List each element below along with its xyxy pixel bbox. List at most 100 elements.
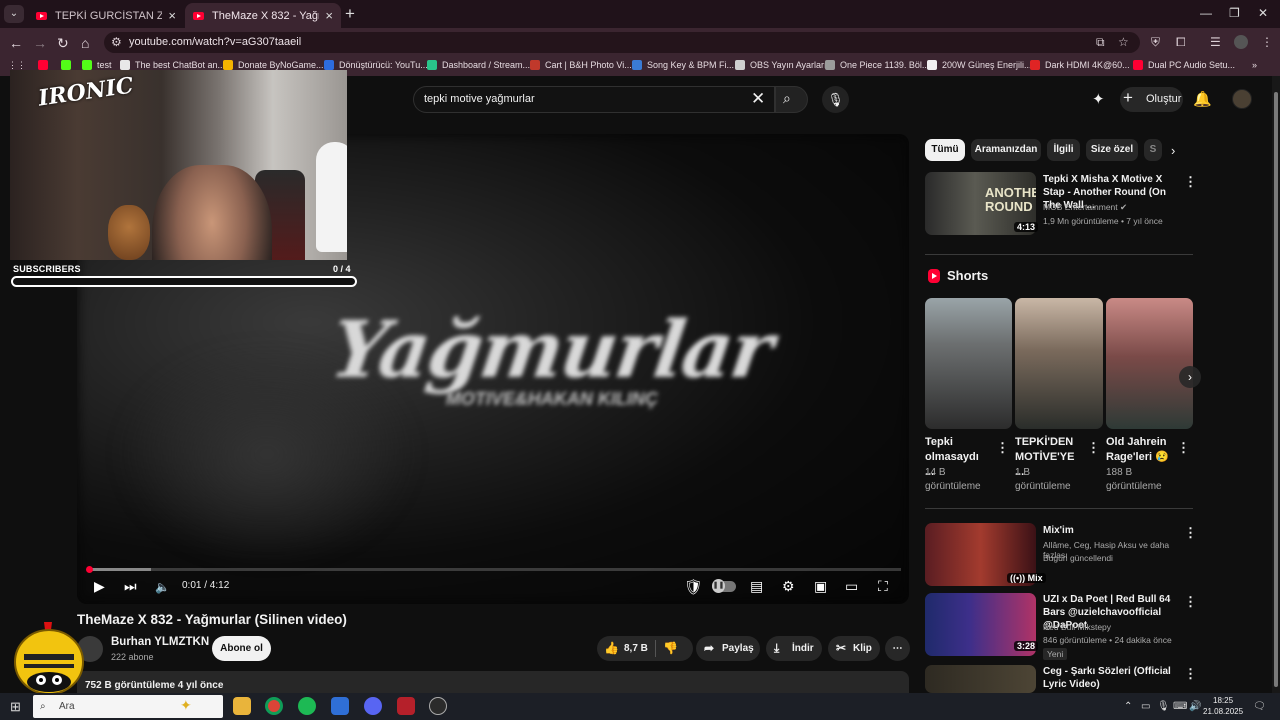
network-icon[interactable]: ⌨ — [1173, 701, 1187, 712]
bookmark-5[interactable]: Dashboard / Stream... — [427, 60, 530, 70]
bookmark-youtube-icon[interactable] — [38, 60, 53, 70]
related-thumbnail-3[interactable] — [925, 665, 1036, 693]
related-channel[interactable]: MOB Entertainment ✔ — [1043, 202, 1127, 213]
bookmark-11[interactable]: Dark HDMI 4K@60... — [1030, 60, 1130, 70]
chrome-menu-icon[interactable]: ⋮ — [1261, 35, 1273, 49]
chip-related[interactable]: İlgili — [1047, 139, 1080, 161]
account-avatar[interactable] — [1232, 89, 1252, 109]
related-title[interactable]: Mix'im — [1043, 524, 1178, 537]
install-app-icon[interactable]: ⧉ — [1096, 35, 1105, 50]
file-explorer-icon[interactable] — [233, 697, 251, 715]
miniplayer-icon[interactable]: ▣ — [814, 578, 827, 595]
share-button[interactable]: ➦ Paylaş — [696, 636, 760, 661]
more-vert-icon[interactable]: ⋮ — [1184, 594, 1197, 610]
next-video-icon[interactable]: ⏭ — [124, 578, 137, 595]
search-query[interactable]: tepki motive yağmurlar — [424, 93, 535, 105]
fullscreen-icon[interactable]: ⛶ — [878, 578, 888, 595]
progress-bar[interactable] — [89, 568, 901, 571]
tray-app-icon[interactable]: ▭ — [1141, 701, 1150, 712]
bookmark-3[interactable]: Donate ByNoGame... — [223, 60, 324, 70]
browser-tab-2[interactable]: TheMaze X 832 - Yağmurlar (Sil × — [185, 3, 341, 28]
notification-center-icon[interactable]: 🗨 — [1253, 701, 1266, 712]
volume-icon[interactable]: 🔈 — [155, 580, 170, 594]
related-channel[interactable]: Red Bull Mikstepy — [1043, 622, 1111, 632]
obs-icon[interactable] — [429, 697, 447, 715]
sponsor-shield-icon[interactable]: 🛡 — [684, 578, 703, 596]
more-vert-icon[interactable]: ⋮ — [1087, 440, 1100, 456]
more-vert-icon[interactable]: ⋮ — [996, 440, 1009, 456]
more-vert-icon[interactable]: ⋮ — [1184, 666, 1197, 682]
more-bookmarks-icon[interactable]: » — [1252, 60, 1257, 70]
back-button[interactable]: ← — [9, 35, 23, 51]
short-title[interactable]: Old Jahrein Rage'leri 😢 — [1106, 435, 1176, 465]
shorts-next-icon[interactable]: › — [1179, 366, 1201, 388]
browser-tab-1[interactable]: TEPKİ GURCİSTAN ZİYARETİ (yu × — [28, 3, 184, 28]
chip-more[interactable]: S — [1144, 139, 1162, 161]
bookmark-8[interactable]: OBS Yayın Ayarları — [735, 60, 827, 70]
bookmark-2[interactable]: The best ChatBot an... — [120, 60, 225, 70]
reload-button[interactable]: ↻ — [57, 35, 69, 52]
volume-tray-icon[interactable]: 🔊 — [1189, 701, 1201, 712]
bookmark-9[interactable]: One Piece 1139. Böl... — [825, 60, 929, 70]
home-button[interactable]: ⌂ — [81, 35, 89, 51]
shield-extension-icon[interactable]: ⛨ — [1151, 35, 1160, 50]
search-button[interactable] — [775, 86, 808, 113]
close-tab-icon[interactable]: × — [325, 8, 333, 23]
clear-search-icon[interactable]: ✕ — [751, 89, 765, 109]
short-thumbnail-2[interactable] — [1015, 298, 1103, 429]
subscribe-button[interactable]: Abone ol — [212, 636, 271, 661]
restore-button[interactable]: ❐ — [1229, 6, 1240, 20]
extensions-icon[interactable]: ⧠ — [1176, 35, 1186, 50]
forward-button[interactable]: → — [33, 35, 47, 51]
progress-scrubber[interactable] — [86, 566, 93, 573]
more-vert-icon[interactable]: ⋮ — [1184, 525, 1197, 541]
reading-list-icon[interactable]: ☰ — [1210, 35, 1221, 49]
discord-icon[interactable] — [364, 697, 382, 715]
youtube-premium-icon[interactable]: ✦ — [1092, 90, 1105, 108]
theater-mode-icon[interactable]: ▭ — [845, 578, 858, 595]
profile-avatar[interactable] — [1234, 35, 1248, 49]
voice-search-icon[interactable]: 🎙 — [822, 86, 849, 113]
new-tab-button[interactable]: + — [345, 4, 355, 24]
chip-from-search[interactable]: Aramanızdan — [971, 139, 1041, 161]
more-vert-icon[interactable]: ⋮ — [1184, 174, 1197, 190]
bookmark-6[interactable]: Cart | B&H Photo Vi... — [530, 60, 632, 70]
more-actions-button[interactable]: ⋯ — [885, 636, 910, 661]
clip-button[interactable]: ✂ Klip — [828, 636, 880, 661]
tray-overflow-icon[interactable]: ⌃ — [1124, 701, 1132, 712]
short-thumbnail-3[interactable] — [1106, 298, 1193, 429]
bookmark-12[interactable]: Dual PC Audio Setu... — [1133, 60, 1235, 70]
chip-for-you[interactable]: Size özel — [1086, 139, 1138, 161]
subtitles-icon[interactable]: ▤ — [750, 578, 763, 595]
minimize-button[interactable]: — — [1200, 6, 1212, 20]
bookmark-1[interactable]: test — [82, 60, 112, 70]
tab-search-button[interactable]: ⌄ — [4, 5, 24, 23]
chip-all[interactable]: Tümü — [925, 139, 965, 161]
short-thumbnail-1[interactable] — [925, 298, 1012, 429]
download-button[interactable]: ⤓ İndir — [766, 636, 822, 661]
scrollbar-thumb[interactable] — [1274, 92, 1278, 687]
more-vert-icon[interactable]: ⋮ — [1177, 440, 1190, 456]
bookmark-star-icon[interactable]: ☆ — [1118, 35, 1129, 49]
settings-gear-icon[interactable]: ⚙ — [782, 578, 795, 595]
search-icon[interactable]: ⌕ — [783, 90, 791, 107]
notifications-bell-icon[interactable]: 🔔 — [1193, 90, 1212, 108]
chrome-icon[interactable] — [265, 697, 283, 715]
streamdeck-icon[interactable] — [331, 697, 349, 715]
play-icon[interactable]: ▶ — [94, 578, 105, 595]
bookmark-7[interactable]: Song Key & BPM Fi... — [632, 60, 734, 70]
chevron-right-icon[interactable]: › — [1171, 143, 1175, 158]
site-info-icon[interactable]: ⚙ — [111, 35, 122, 49]
spotify-icon[interactable] — [298, 697, 316, 715]
bookmark-4[interactable]: Dönüştürücü: YouTu... — [324, 60, 428, 70]
dislike-button[interactable]: 👎 — [663, 636, 687, 661]
bookmark-kick-icon[interactable] — [61, 60, 76, 70]
microphone-icon[interactable]: 🎙 — [1157, 701, 1170, 712]
taskbar-search-placeholder[interactable]: Ara — [59, 701, 75, 712]
url-text[interactable]: youtube.com/watch?v=aG307taaeil — [129, 36, 301, 48]
bookmark-10[interactable]: 200W Güneş Enerjili... — [927, 60, 1032, 70]
related-title[interactable]: Ceg - Şarkı Sözleri (Official Lyric Vide… — [1043, 665, 1183, 691]
close-window-button[interactable]: ✕ — [1258, 6, 1268, 20]
voicemeeter-icon[interactable] — [397, 697, 415, 715]
taskbar-clock[interactable]: 18:25 21.08.2025 — [1203, 695, 1243, 717]
